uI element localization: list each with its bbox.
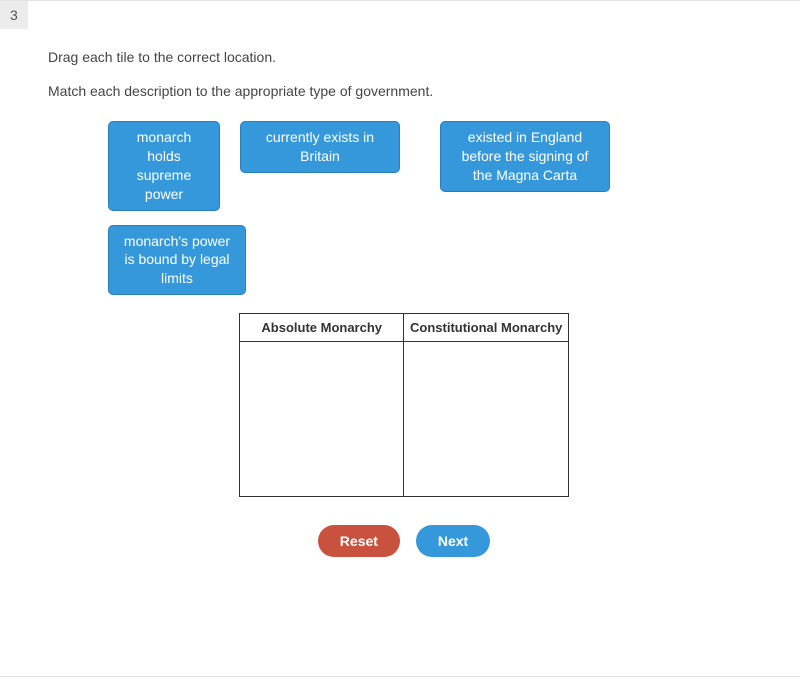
col-header-constitutional: Constitutional Monarchy — [404, 314, 569, 342]
reset-button[interactable]: Reset — [318, 525, 400, 557]
tile-legal-limits[interactable]: monarch's power is bound by legal limits — [108, 225, 246, 296]
tile-magna-carta[interactable]: existed in England before the signing of… — [440, 121, 610, 192]
question-number: 3 — [0, 1, 28, 29]
drop-table: Absolute Monarchy Constitutional Monarch… — [239, 313, 569, 497]
col-header-absolute: Absolute Monarchy — [240, 314, 404, 342]
tiles-area: monarch holds supreme power currently ex… — [108, 121, 760, 295]
next-button[interactable]: Next — [416, 525, 490, 557]
instruction-drag: Drag each tile to the correct location. — [48, 49, 760, 65]
tile-monarch-supreme[interactable]: monarch holds supreme power — [108, 121, 220, 211]
instruction-match: Match each description to the appropriat… — [48, 83, 760, 99]
drop-zone-constitutional[interactable] — [404, 342, 569, 497]
tile-britain[interactable]: currently exists in Britain — [240, 121, 400, 173]
drop-zone-absolute[interactable] — [240, 342, 404, 497]
